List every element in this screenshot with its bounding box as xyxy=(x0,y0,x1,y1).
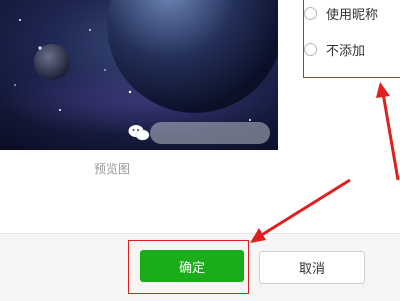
option-use-nickname[interactable]: 使用昵称 xyxy=(304,4,378,23)
option-label: 使用昵称 xyxy=(326,8,379,23)
annotation-arrow-left xyxy=(259,178,351,238)
cancel-button[interactable]: 取消 xyxy=(259,251,365,284)
annotation-arrowhead xyxy=(376,82,390,98)
radio-button[interactable] xyxy=(304,43,317,56)
confirm-button[interactable]: 确定 xyxy=(140,250,244,282)
wechat-logo-icon xyxy=(128,125,150,141)
preview-image xyxy=(0,0,278,150)
watermark-options-panel: 使用昵称 不添加 xyxy=(303,0,400,78)
annotation-arrow-up xyxy=(381,92,400,181)
option-none[interactable]: 不添加 xyxy=(304,40,365,59)
confirm-highlight-box: 确定 xyxy=(128,240,249,294)
preview-caption: 预览图 xyxy=(94,162,131,176)
option-label: 不添加 xyxy=(326,44,366,59)
radio-button[interactable] xyxy=(304,7,317,20)
